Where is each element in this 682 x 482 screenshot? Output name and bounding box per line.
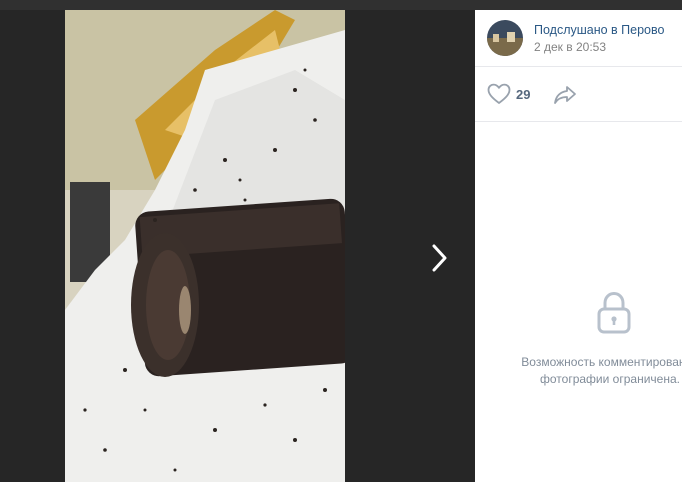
viewer-top-bar <box>0 0 682 10</box>
post-date[interactable]: 2 дек в 20:53 <box>534 40 606 54</box>
group-name-link[interactable]: Подслушано в Перово <box>534 23 664 37</box>
next-photo-button[interactable] <box>424 240 454 276</box>
post-actions: 29 <box>475 67 682 122</box>
lock-icon <box>596 290 632 336</box>
share-arrow-icon <box>554 86 576 104</box>
post-side-panel: Подслушано в Перово 2 дек в 20:53 29 Воз… <box>475 10 682 482</box>
comments-restricted-notice: Возможность комментирования фотографии о… <box>510 354 682 388</box>
restricted-text-line1: Возможность комментирования <box>521 355 682 369</box>
heart-icon <box>487 83 511 104</box>
post-photo[interactable] <box>65 10 345 482</box>
chevron-right-icon <box>432 244 447 272</box>
like-button[interactable]: 29 <box>487 83 530 105</box>
group-avatar[interactable] <box>487 20 523 56</box>
like-count: 29 <box>516 86 531 102</box>
share-button[interactable] <box>553 84 577 106</box>
post-header: Подслушано в Перово 2 дек в 20:53 <box>475 10 682 67</box>
restricted-text-line2: фотографии ограничена. <box>540 372 680 386</box>
